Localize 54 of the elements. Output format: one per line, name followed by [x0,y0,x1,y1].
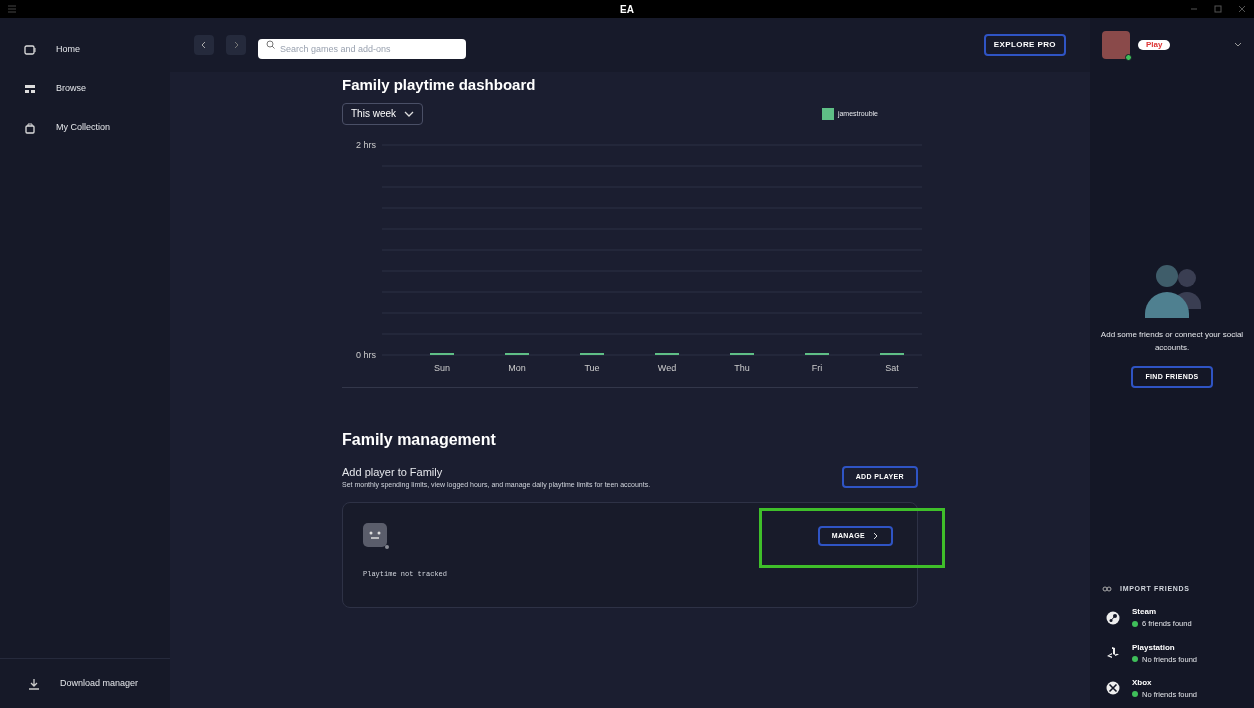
section-heading: Family playtime dashboard [342,76,537,95]
source-name: Playstation [1132,641,1176,654]
steam-icon [1106,610,1120,625]
download-manager-link[interactable]: Download manager [60,676,139,691]
back-button[interactable] [194,35,214,55]
bar [730,352,754,355]
bar [580,352,604,355]
maximize-icon[interactable] [1214,5,1222,13]
chevron-left-icon [200,41,208,49]
x-tick-label: Thu [734,362,750,373]
chevron-down-icon [404,110,414,117]
menu-icon[interactable] [8,5,16,13]
chevron-down-icon[interactable] [1234,42,1242,48]
forward-button[interactable] [226,35,246,55]
sidebar-item[interactable]: Browse [0,69,170,108]
xbox-icon [1106,681,1120,696]
x-tick-label: Fri [811,362,823,373]
search-field[interactable]: Search games and add-ons [258,39,466,59]
avatar-picture[interactable] [1102,31,1130,59]
bag-icon [24,121,36,134]
bar [880,352,904,355]
bar [655,352,679,355]
download-icon[interactable] [28,677,40,690]
close-icon[interactable] [1238,5,1246,13]
grid-icon [24,83,36,94]
bar [805,352,829,355]
range-dropdown[interactable]: This week [342,102,423,125]
bar [505,352,529,355]
search-icon [266,40,275,49]
source-name: Steam [1132,606,1157,619]
bar [430,352,454,355]
y-tick-label: 0 hrs [356,349,376,360]
friends-empty-text: Add some friends or connect your social accounts. [1099,329,1245,354]
minimize-icon[interactable] [1190,5,1198,13]
sidebar-item[interactable]: My Collection [0,108,170,147]
playstation-icon [1106,646,1120,661]
chevron-right-icon [232,41,240,49]
x-tick-label: Sun [434,362,450,373]
x-tick-label: Mon [508,362,526,373]
play-badge: Play [1138,40,1171,50]
sidebar-item[interactable]: Home [0,30,170,69]
x-tick-label: Wed [657,362,677,373]
source-name: Xbox [1132,676,1153,689]
window-title: EA [620,2,634,17]
link-icon [1102,586,1112,592]
home-icon [24,44,36,55]
add-player-title: Add player to Family [342,464,444,480]
explore-pro-button[interactable]: EXPLORE PRO [983,34,1066,56]
section-heading: Family management [342,429,497,450]
x-tick-label: Sat [885,362,899,373]
y-tick-label: 2 hrs [356,139,376,150]
robot-avatar-icon [363,522,389,549]
x-tick-label: Tue [584,362,600,373]
chevron-right-icon [873,531,879,540]
